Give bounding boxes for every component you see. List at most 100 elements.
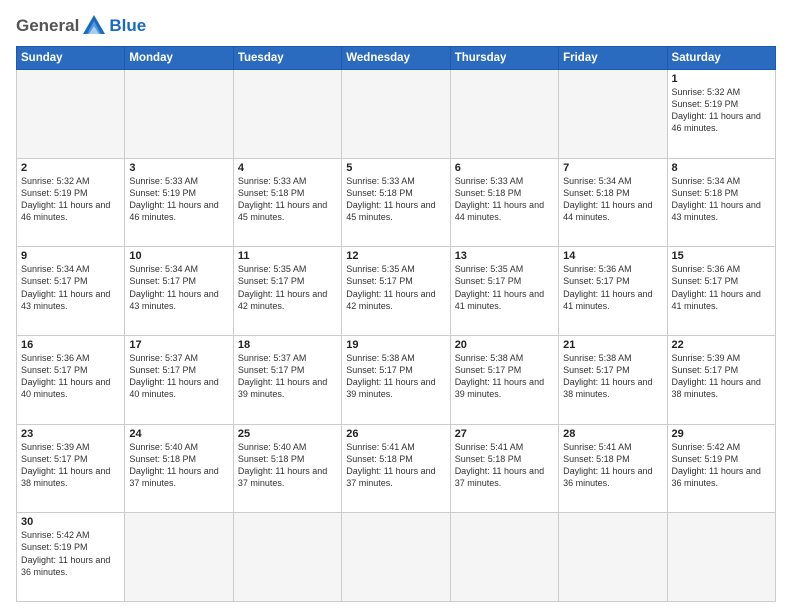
calendar-table: SundayMondayTuesdayWednesdayThursdayFrid… — [16, 46, 776, 602]
day-number: 13 — [455, 250, 554, 262]
day-number: 10 — [129, 250, 228, 262]
calendar-cell: 27Sunrise: 5:41 AM Sunset: 5:18 PM Dayli… — [450, 424, 558, 513]
weekday-header-row: SundayMondayTuesdayWednesdayThursdayFrid… — [17, 47, 776, 70]
day-info: Sunrise: 5:35 AM Sunset: 5:17 PM Dayligh… — [455, 263, 554, 312]
calendar-week-row: 2Sunrise: 5:32 AM Sunset: 5:19 PM Daylig… — [17, 158, 776, 247]
calendar-cell — [450, 70, 558, 159]
day-info: Sunrise: 5:33 AM Sunset: 5:19 PM Dayligh… — [129, 175, 228, 224]
calendar-cell: 20Sunrise: 5:38 AM Sunset: 5:17 PM Dayli… — [450, 335, 558, 424]
day-info: Sunrise: 5:40 AM Sunset: 5:18 PM Dayligh… — [238, 441, 337, 490]
day-number: 29 — [672, 428, 771, 440]
logo-blue-text: Blue — [109, 16, 146, 36]
calendar-cell — [342, 513, 450, 602]
calendar-cell: 7Sunrise: 5:34 AM Sunset: 5:18 PM Daylig… — [559, 158, 667, 247]
day-info: Sunrise: 5:39 AM Sunset: 5:17 PM Dayligh… — [672, 352, 771, 401]
day-number: 7 — [563, 162, 662, 174]
calendar-week-row: 9Sunrise: 5:34 AM Sunset: 5:17 PM Daylig… — [17, 247, 776, 336]
day-info: Sunrise: 5:39 AM Sunset: 5:17 PM Dayligh… — [21, 441, 120, 490]
day-number: 30 — [21, 516, 120, 528]
calendar-week-row: 1Sunrise: 5:32 AM Sunset: 5:19 PM Daylig… — [17, 70, 776, 159]
day-number: 3 — [129, 162, 228, 174]
calendar-cell — [667, 513, 775, 602]
day-number: 4 — [238, 162, 337, 174]
day-number: 8 — [672, 162, 771, 174]
calendar-cell: 23Sunrise: 5:39 AM Sunset: 5:17 PM Dayli… — [17, 424, 125, 513]
day-number: 6 — [455, 162, 554, 174]
calendar-cell: 17Sunrise: 5:37 AM Sunset: 5:17 PM Dayli… — [125, 335, 233, 424]
calendar-cell: 24Sunrise: 5:40 AM Sunset: 5:18 PM Dayli… — [125, 424, 233, 513]
calendar-cell — [233, 70, 341, 159]
calendar-cell: 8Sunrise: 5:34 AM Sunset: 5:18 PM Daylig… — [667, 158, 775, 247]
day-number: 19 — [346, 339, 445, 351]
day-info: Sunrise: 5:35 AM Sunset: 5:17 PM Dayligh… — [346, 263, 445, 312]
day-number: 2 — [21, 162, 120, 174]
day-info: Sunrise: 5:36 AM Sunset: 5:17 PM Dayligh… — [563, 263, 662, 312]
weekday-header-tuesday: Tuesday — [233, 47, 341, 70]
day-info: Sunrise: 5:34 AM Sunset: 5:18 PM Dayligh… — [563, 175, 662, 224]
weekday-header-friday: Friday — [559, 47, 667, 70]
calendar-cell: 4Sunrise: 5:33 AM Sunset: 5:18 PM Daylig… — [233, 158, 341, 247]
calendar-week-row: 23Sunrise: 5:39 AM Sunset: 5:17 PM Dayli… — [17, 424, 776, 513]
day-info: Sunrise: 5:40 AM Sunset: 5:18 PM Dayligh… — [129, 441, 228, 490]
calendar-cell: 11Sunrise: 5:35 AM Sunset: 5:17 PM Dayli… — [233, 247, 341, 336]
day-number: 16 — [21, 339, 120, 351]
weekday-header-wednesday: Wednesday — [342, 47, 450, 70]
day-number: 17 — [129, 339, 228, 351]
weekday-header-monday: Monday — [125, 47, 233, 70]
day-number: 15 — [672, 250, 771, 262]
calendar-cell — [559, 70, 667, 159]
day-info: Sunrise: 5:36 AM Sunset: 5:17 PM Dayligh… — [672, 263, 771, 312]
calendar-cell: 28Sunrise: 5:41 AM Sunset: 5:18 PM Dayli… — [559, 424, 667, 513]
calendar-cell: 16Sunrise: 5:36 AM Sunset: 5:17 PM Dayli… — [17, 335, 125, 424]
day-number: 26 — [346, 428, 445, 440]
day-number: 18 — [238, 339, 337, 351]
day-number: 11 — [238, 250, 337, 262]
day-number: 23 — [21, 428, 120, 440]
day-info: Sunrise: 5:33 AM Sunset: 5:18 PM Dayligh… — [346, 175, 445, 224]
day-info: Sunrise: 5:38 AM Sunset: 5:17 PM Dayligh… — [346, 352, 445, 401]
header: General Blue — [16, 12, 776, 40]
calendar-cell — [125, 70, 233, 159]
day-number: 28 — [563, 428, 662, 440]
day-number: 5 — [346, 162, 445, 174]
day-info: Sunrise: 5:34 AM Sunset: 5:17 PM Dayligh… — [129, 263, 228, 312]
day-number: 12 — [346, 250, 445, 262]
day-number: 22 — [672, 339, 771, 351]
calendar-week-row: 30Sunrise: 5:42 AM Sunset: 5:19 PM Dayli… — [17, 513, 776, 602]
calendar-cell: 22Sunrise: 5:39 AM Sunset: 5:17 PM Dayli… — [667, 335, 775, 424]
day-info: Sunrise: 5:36 AM Sunset: 5:17 PM Dayligh… — [21, 352, 120, 401]
calendar-cell: 25Sunrise: 5:40 AM Sunset: 5:18 PM Dayli… — [233, 424, 341, 513]
calendar-cell: 12Sunrise: 5:35 AM Sunset: 5:17 PM Dayli… — [342, 247, 450, 336]
calendar-cell — [342, 70, 450, 159]
page: General Blue SundayMondayTuesdayWednesda… — [0, 0, 792, 612]
day-number: 27 — [455, 428, 554, 440]
day-number: 24 — [129, 428, 228, 440]
day-number: 20 — [455, 339, 554, 351]
day-number: 1 — [672, 73, 771, 85]
day-info: Sunrise: 5:41 AM Sunset: 5:18 PM Dayligh… — [455, 441, 554, 490]
calendar-cell — [559, 513, 667, 602]
weekday-header-thursday: Thursday — [450, 47, 558, 70]
calendar-cell: 30Sunrise: 5:42 AM Sunset: 5:19 PM Dayli… — [17, 513, 125, 602]
calendar-week-row: 16Sunrise: 5:36 AM Sunset: 5:17 PM Dayli… — [17, 335, 776, 424]
calendar-cell: 3Sunrise: 5:33 AM Sunset: 5:19 PM Daylig… — [125, 158, 233, 247]
day-info: Sunrise: 5:35 AM Sunset: 5:17 PM Dayligh… — [238, 263, 337, 312]
day-number: 21 — [563, 339, 662, 351]
logo-area: General Blue — [16, 12, 146, 40]
calendar-cell: 13Sunrise: 5:35 AM Sunset: 5:17 PM Dayli… — [450, 247, 558, 336]
day-info: Sunrise: 5:34 AM Sunset: 5:18 PM Dayligh… — [672, 175, 771, 224]
calendar-cell: 21Sunrise: 5:38 AM Sunset: 5:17 PM Dayli… — [559, 335, 667, 424]
day-info: Sunrise: 5:33 AM Sunset: 5:18 PM Dayligh… — [455, 175, 554, 224]
day-info: Sunrise: 5:41 AM Sunset: 5:18 PM Dayligh… — [563, 441, 662, 490]
weekday-header-sunday: Sunday — [17, 47, 125, 70]
calendar-cell: 14Sunrise: 5:36 AM Sunset: 5:17 PM Dayli… — [559, 247, 667, 336]
day-info: Sunrise: 5:41 AM Sunset: 5:18 PM Dayligh… — [346, 441, 445, 490]
day-number: 14 — [563, 250, 662, 262]
day-info: Sunrise: 5:32 AM Sunset: 5:19 PM Dayligh… — [21, 175, 120, 224]
day-info: Sunrise: 5:37 AM Sunset: 5:17 PM Dayligh… — [129, 352, 228, 401]
calendar-cell — [17, 70, 125, 159]
logo-icon — [80, 12, 108, 40]
calendar-cell: 19Sunrise: 5:38 AM Sunset: 5:17 PM Dayli… — [342, 335, 450, 424]
calendar-cell: 2Sunrise: 5:32 AM Sunset: 5:19 PM Daylig… — [17, 158, 125, 247]
day-info: Sunrise: 5:32 AM Sunset: 5:19 PM Dayligh… — [672, 86, 771, 135]
